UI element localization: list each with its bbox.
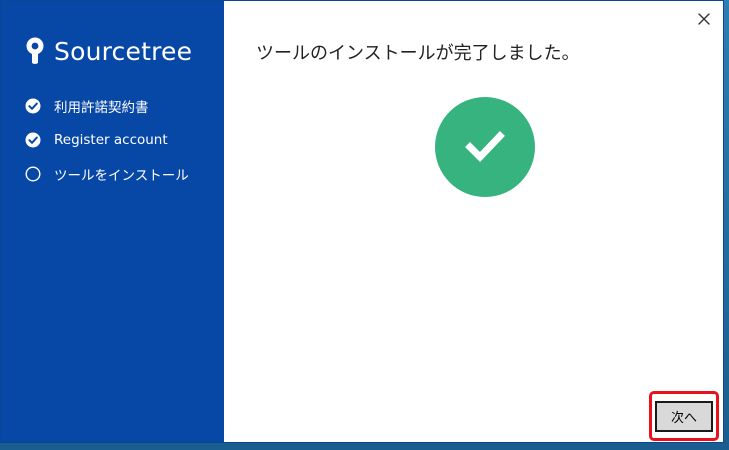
empty-circle-icon: [25, 166, 41, 182]
next-button[interactable]: 次へ: [655, 400, 713, 432]
step-license-agreement: 利用許諾契約書: [25, 89, 189, 123]
main-panel: ツールのインストールが完了しました。 次へ: [224, 1, 723, 442]
close-icon: [698, 13, 710, 25]
close-button[interactable]: [695, 10, 713, 28]
step-label: Register account: [54, 132, 168, 148]
check-circle-icon: [25, 132, 41, 148]
brand: Sourcetree: [25, 35, 192, 67]
page-title: ツールのインストールが完了しました。: [256, 43, 580, 64]
step-label: 利用許諾契約書: [54, 100, 149, 116]
brand-name: Sourcetree: [54, 36, 193, 66]
step-list: 利用許諾契約書 Register account ツールをインストール: [25, 89, 189, 191]
step-label: ツールをインストール: [54, 168, 189, 184]
check-circle-icon: [25, 98, 41, 114]
step-register-account: Register account: [25, 123, 189, 157]
sidebar: Sourcetree 利用許諾契約書 Register account ツールを…: [1, 1, 224, 442]
next-button-highlight: 次へ: [649, 391, 719, 441]
step-install-tools: ツールをインストール: [25, 157, 189, 191]
sourcetree-logo-icon: [26, 37, 44, 64]
success-check-icon: [465, 131, 505, 163]
success-badge: [435, 97, 535, 197]
installer-window: Sourcetree 利用許諾契約書 Register account ツールを…: [0, 0, 724, 443]
